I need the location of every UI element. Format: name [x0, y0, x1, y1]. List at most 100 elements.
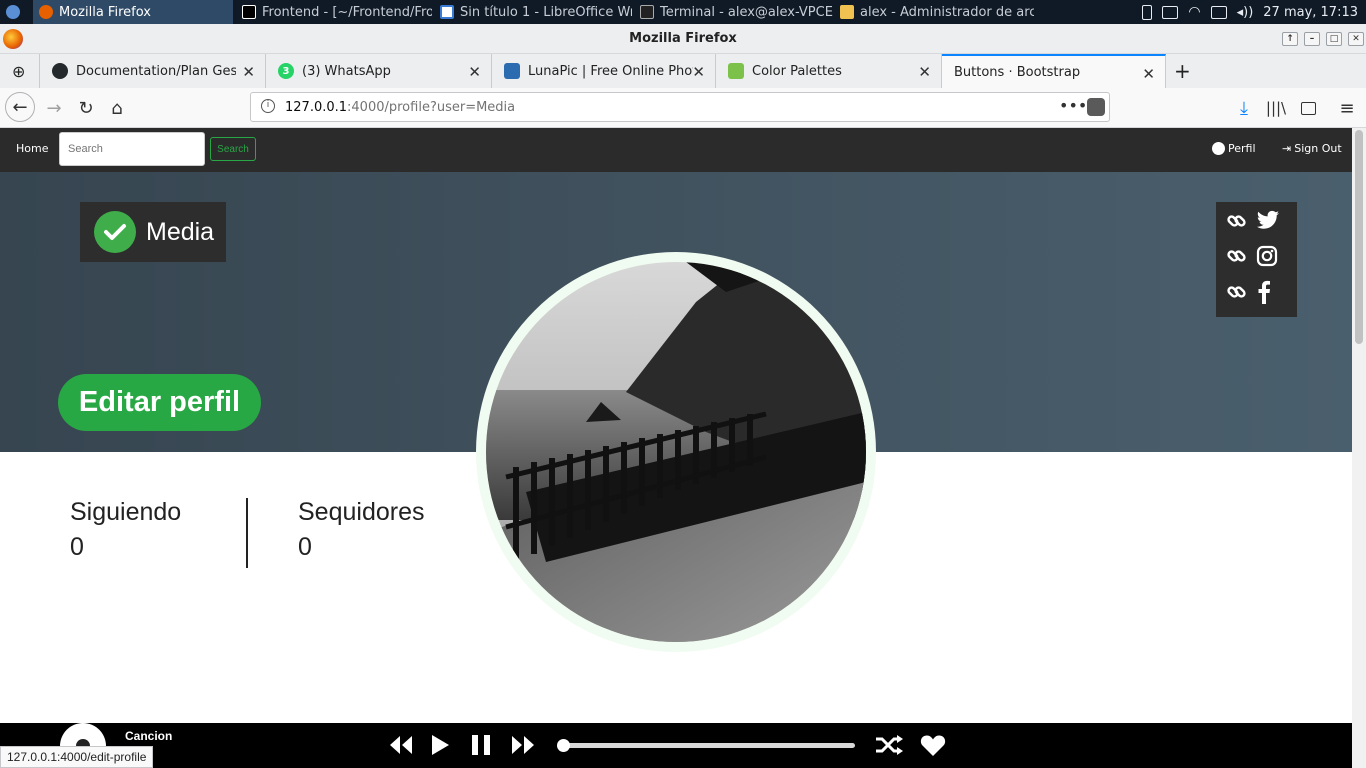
followers-count: 0 [298, 533, 312, 561]
perfil-label: Perfil [1228, 142, 1256, 155]
battery-icon[interactable] [1142, 4, 1153, 20]
tab-lunapic[interactable]: LunaPic | Free Online Photo E ✕ [492, 54, 716, 88]
progress-bar[interactable] [557, 739, 855, 752]
following-stat: Siguiendo 0 [70, 498, 181, 562]
tab-label: LunaPic | Free Online Photo E [528, 63, 693, 79]
web-page: Home Search Perfil ⇥ Sign Out Media [0, 128, 1352, 768]
social-links-panel [1216, 202, 1297, 317]
link-icon [1227, 250, 1246, 262]
tab-label: Buttons · Bootstrap [954, 64, 1081, 80]
tab-close-icon[interactable]: ✕ [692, 63, 705, 81]
hamburger-icon: ≡ [1339, 97, 1355, 119]
followers-stat: Sequidores 0 [298, 498, 424, 562]
app-menu-button[interactable] [0, 0, 30, 24]
taskbar-task-writer[interactable]: Sin título 1 - LibreOffice Writer [434, 0, 632, 24]
download-icon: ⤓ [1240, 97, 1248, 119]
firefox-icon [39, 5, 53, 19]
lunapic-icon [504, 63, 520, 79]
forward-button[interactable]: → [40, 94, 68, 122]
home-link[interactable]: Home [16, 142, 48, 155]
wifi-icon[interactable]: ◠ [1188, 4, 1200, 20]
favorite-button[interactable] [920, 732, 946, 758]
sidebar-button[interactable] [1294, 94, 1322, 122]
facebook-link[interactable] [1226, 280, 1272, 304]
window-titlebar: Mozilla Firefox ↑ – □ ✕ [0, 24, 1366, 54]
perfil-link[interactable]: Perfil [1212, 142, 1256, 155]
search-input[interactable] [59, 132, 205, 166]
url-bar[interactable]: i 127.0.0.1:4000/profile?user=Media ••• [250, 92, 1110, 122]
info-icon[interactable]: i [261, 99, 275, 113]
twitter-link[interactable] [1226, 210, 1280, 232]
downloads-button[interactable]: ⤓ [1230, 94, 1258, 122]
taskbar-task-intellij[interactable]: Frontend - [~/Frontend/Front... [236, 0, 432, 24]
tab-label: (3) WhatsApp [302, 63, 391, 79]
window-maximize-button[interactable]: □ [1326, 32, 1342, 46]
system-tray: ◠ ◂)) 27 may, 17:13 [1142, 0, 1358, 24]
tab-close-icon[interactable]: ✕ [1142, 65, 1155, 83]
tab-whatsapp[interactable]: 3 (3) WhatsApp ✕ [266, 54, 492, 88]
task-label: Frontend - [~/Frontend/Front... [262, 4, 432, 20]
previous-track-button[interactable] [388, 732, 414, 758]
tab-overflow-menu[interactable]: ⊕ [0, 54, 40, 88]
task-label: Sin título 1 - LibreOffice Writer [460, 4, 632, 20]
intellij-icon [242, 5, 256, 19]
tab-bootstrap-buttons[interactable]: Buttons · Bootstrap ✕ [942, 54, 1166, 88]
back-button[interactable]: ← [5, 92, 35, 122]
volume-icon[interactable]: ◂)) [1237, 5, 1254, 20]
search-button[interactable]: Search [210, 137, 256, 161]
tab-color-palettes[interactable]: Color Palettes ✕ [716, 54, 942, 88]
xfce-menu-icon [6, 5, 20, 19]
next-track-button[interactable] [510, 732, 536, 758]
reload-button[interactable]: ↻ [72, 94, 100, 122]
tab-close-icon[interactable]: ✕ [918, 63, 931, 81]
os-taskbar: Mozilla Firefox Frontend - [~/Frontend/F… [0, 0, 1366, 24]
menu-button[interactable]: ≡ [1333, 94, 1361, 122]
scrollbar-thumb[interactable] [1355, 130, 1363, 344]
task-label: alex - Administrador de arch... [860, 4, 1034, 20]
sign-out-icon: ⇥ [1282, 142, 1292, 155]
library-icon: |||\ [1265, 99, 1287, 117]
taskbar-task-terminal[interactable]: Terminal - alex@alex-VPCEB... [634, 0, 834, 24]
progress-knob[interactable] [557, 739, 570, 752]
home-button[interactable]: ⌂ [103, 94, 131, 122]
link-status-tooltip: 127.0.0.1:4000/edit-profile [0, 746, 154, 768]
page-scrollbar[interactable] [1352, 128, 1366, 768]
screen-icon[interactable] [1162, 5, 1179, 19]
taskbar-task-firefox[interactable]: Mozilla Firefox [33, 0, 233, 24]
globe-icon: ⊕ [12, 61, 26, 81]
window-shade-button[interactable]: ↑ [1282, 32, 1298, 46]
browser-toolbar: ← → ↻ ⌂ i 127.0.0.1:4000/profile?user=Me… [0, 88, 1366, 128]
site-navbar: Home Search Perfil ⇥ Sign Out [0, 128, 1352, 172]
play-button[interactable] [430, 732, 450, 758]
shuffle-button[interactable] [874, 732, 904, 758]
signout-link[interactable]: ⇥ Sign Out [1282, 142, 1342, 155]
tab-close-icon[interactable]: ✕ [468, 63, 481, 81]
task-label: Mozilla Firefox [59, 4, 151, 20]
home-icon: ⌂ [111, 97, 123, 119]
facebook-icon [1258, 280, 1270, 304]
link-icon [1227, 215, 1246, 227]
tab-close-icon[interactable]: ✕ [242, 63, 255, 81]
fast-forward-icon [512, 736, 534, 754]
mail-icon[interactable] [1210, 5, 1227, 19]
following-label: Siguiendo [70, 498, 182, 526]
window-minimize-button[interactable]: – [1304, 32, 1320, 46]
clock[interactable]: 27 may, 17:13 [1263, 5, 1358, 20]
instagram-link[interactable] [1226, 245, 1278, 267]
tab-documentation[interactable]: Documentation/Plan Gestion ✕ [40, 54, 266, 88]
library-button[interactable]: |||\ [1262, 94, 1290, 122]
pause-button[interactable] [470, 732, 492, 758]
username-badge: Media [80, 202, 226, 262]
profile-avatar [476, 252, 876, 652]
new-tab-button[interactable]: + [1166, 54, 1200, 88]
plus-icon: + [1174, 59, 1191, 83]
pocket-icon[interactable] [1087, 98, 1105, 116]
whatsapp-icon: 3 [278, 63, 294, 79]
song-title: Cancion [125, 729, 173, 743]
pause-icon [472, 735, 490, 755]
window-close-button[interactable]: ✕ [1348, 32, 1364, 46]
taskbar-task-filemanager[interactable]: alex - Administrador de arch... [834, 0, 1034, 24]
page-actions-icon[interactable]: ••• [1059, 96, 1087, 115]
edit-profile-button[interactable]: Editar perfil [58, 374, 261, 431]
profile-photo [486, 262, 866, 642]
